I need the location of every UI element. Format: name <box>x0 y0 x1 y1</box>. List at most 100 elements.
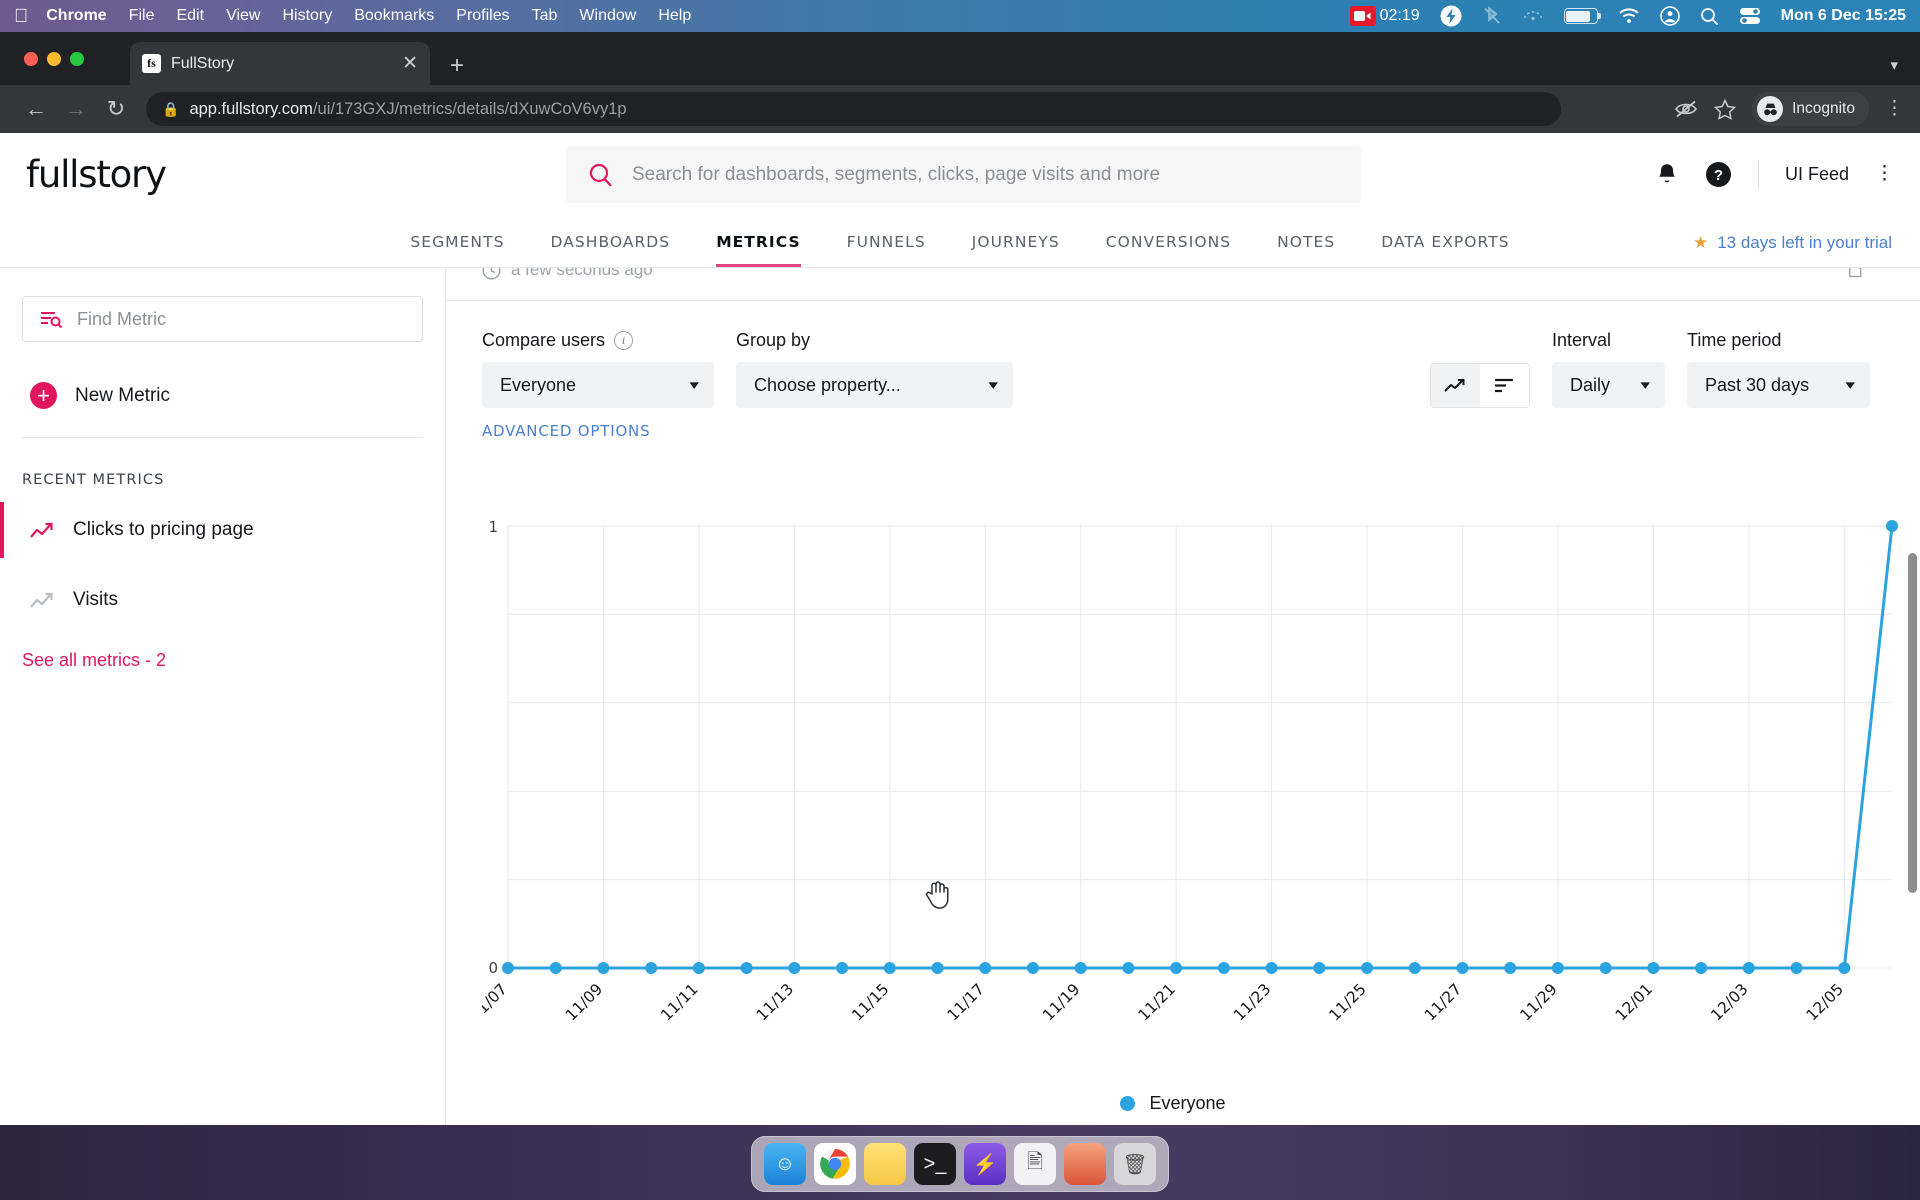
plus-icon[interactable]: + <box>450 54 464 78</box>
document-icon[interactable]: 🖹 <box>1014 1143 1056 1185</box>
arrow-right-icon[interactable]: → <box>56 96 96 122</box>
legend-label[interactable]: Everyone <box>1149 1093 1225 1114</box>
close-icon[interactable]: ✕ <box>402 54 418 73</box>
last-updated-row: a few seconds ago <box>482 268 653 280</box>
menu-item-window[interactable]: Window <box>579 7 636 25</box>
preview-icon[interactable] <box>1064 1143 1106 1185</box>
last-updated-text: a few seconds ago <box>511 268 653 279</box>
wifi-icon[interactable] <box>1618 7 1640 25</box>
trial-banner[interactable]: ★ 13 days left in your trial <box>1693 233 1892 253</box>
svg-text:11/15: 11/15 <box>848 980 892 1024</box>
trash-icon[interactable]: 🗑 <box>1114 1143 1156 1185</box>
trend-up-icon <box>30 521 55 540</box>
time-period-select[interactable]: Past 30 days ▾ <box>1687 362 1870 408</box>
tab-notes[interactable]: NOTES <box>1277 233 1335 267</box>
profile-chip[interactable]: Incognito <box>1752 92 1869 126</box>
info-icon[interactable]: i <box>614 331 634 350</box>
find-metric-input[interactable]: Find Metric <box>22 296 423 342</box>
tab-conversions[interactable]: CONVERSIONS <box>1106 233 1231 267</box>
export-icon[interactable] <box>1849 268 1866 283</box>
menubar-clock[interactable]: Mon 6 Dec 15:25 <box>1781 7 1906 25</box>
tab-journeys[interactable]: JOURNEYS <box>972 233 1060 267</box>
line-chart-icon[interactable] <box>1431 364 1480 407</box>
svg-text:11/21: 11/21 <box>1135 980 1179 1024</box>
new-metric-button[interactable]: + New Metric <box>22 382 423 409</box>
menu-item-help[interactable]: Help <box>658 7 691 25</box>
finder-icon[interactable]: ☺ <box>764 1143 806 1185</box>
sidebar-item-visits[interactable]: Visits <box>22 572 423 628</box>
menu-item-chrome[interactable]: Chrome <box>46 7 106 25</box>
terminal-icon[interactable]: >_ <box>914 1143 956 1185</box>
menu-item-file[interactable]: File <box>129 7 155 25</box>
menu-item-profiles[interactable]: Profiles <box>456 7 509 25</box>
menu-item-view[interactable]: View <box>226 7 260 25</box>
battery-icon[interactable] <box>1563 8 1601 24</box>
page-scrollbar[interactable] <box>1908 553 1917 893</box>
see-all-metrics-link[interactable]: See all metrics - 2 <box>22 650 423 671</box>
sidebar-item-clicks-to-pricing-page[interactable]: Clicks to pricing page <box>0 502 423 558</box>
close-window-button[interactable] <box>24 52 38 66</box>
minimize-window-button[interactable] <box>47 52 61 66</box>
tab-funnels[interactable]: FUNNELS <box>847 233 926 267</box>
sidebar-item-label: Clicks to pricing page <box>73 519 254 540</box>
legend-color-swatch <box>1120 1096 1136 1111</box>
browser-tab[interactable]: fs FullStory ✕ <box>130 42 430 85</box>
bell-icon[interactable] <box>1655 162 1679 187</box>
bolt-icon[interactable] <box>1440 5 1462 27</box>
apple-icon[interactable]:  <box>14 7 28 26</box>
star-outline-icon[interactable] <box>1714 98 1737 120</box>
kebab-menu-icon[interactable]: ⋮ <box>1875 163 1894 183</box>
menu-item-tab[interactable]: Tab <box>532 7 558 25</box>
group-by-select[interactable]: Choose property... ▾ <box>736 362 1013 408</box>
help-circle-icon[interactable]: ? <box>1705 161 1732 188</box>
compare-users-select[interactable]: Everyone ▾ <box>482 362 714 408</box>
record-camera-icon <box>1349 6 1376 26</box>
menu-item-edit[interactable]: Edit <box>176 7 204 25</box>
chevron-down-icon[interactable]: ▾ <box>1890 56 1898 74</box>
bluetooth-off-icon[interactable] <box>1482 5 1502 27</box>
url-text: app.fullstory.com/ui/173GXJ/metrics/deta… <box>189 100 626 119</box>
notes-icon[interactable] <box>864 1143 906 1185</box>
tab-data-exports[interactable]: DATA EXPORTS <box>1381 233 1509 267</box>
arrow-left-icon[interactable]: ← <box>16 96 56 122</box>
tab-dashboards[interactable]: DASHBOARDS <box>550 233 670 267</box>
fullstory-page: fullstory Search for dashboards, segment… <box>0 133 1920 1200</box>
metric-chart[interactable]: 1 0 11/07 11/09 11/11 11/13 11/15 11/17 11/19 11/… <box>482 518 1898 1138</box>
menu-item-history[interactable]: History <box>282 7 332 25</box>
interval-select[interactable]: Daily ▾ <box>1552 362 1665 408</box>
tab-metrics[interactable]: METRICS <box>716 233 801 267</box>
address-bar[interactable]: 🔒 app.fullstory.com/ui/173GXJ/metrics/de… <box>146 92 1561 126</box>
chevron-down-icon: ▾ <box>1845 377 1856 392</box>
tab-title: FullStory <box>171 54 235 72</box>
window-traffic-lights[interactable] <box>24 52 84 66</box>
maximize-window-button[interactable] <box>70 52 84 66</box>
group-by-group: Group by Choose property... ▾ <box>736 330 1013 440</box>
visualization-toggle <box>1430 363 1530 408</box>
account-label[interactable]: UI Feed <box>1785 164 1849 185</box>
reload-icon[interactable]: ↻ <box>96 96 136 122</box>
account-icon[interactable] <box>1659 6 1680 26</box>
advanced-options-link[interactable]: ADVANCED OPTIONS <box>482 422 714 440</box>
control-center-icon[interactable] <box>1522 5 1544 27</box>
toggles-icon[interactable] <box>1739 6 1761 26</box>
header-divider <box>1757 160 1759 188</box>
trend-up-icon <box>30 591 55 610</box>
bar-chart-icon[interactable] <box>1480 364 1529 407</box>
tab-segments[interactable]: SEGMENTS <box>410 233 504 267</box>
svg-text:11/23: 11/23 <box>1230 980 1274 1024</box>
fullstory-logo[interactable]: fullstory <box>26 153 167 196</box>
screen-recording-indicator[interactable]: 02:19 <box>1349 6 1420 26</box>
line-chart-svg[interactable]: 1 0 11/07 11/09 11/11 11/13 11/15 11/17 11/19 11/… <box>482 518 1902 1078</box>
global-search-input[interactable]: Search for dashboards, segments, clicks,… <box>566 146 1361 203</box>
incognito-icon <box>1757 96 1784 122</box>
search-icon <box>588 162 614 188</box>
bolt-icon[interactable]: ⚡ <box>964 1143 1006 1185</box>
chrome-icon[interactable] <box>814 1143 856 1185</box>
menu-item-bookmarks[interactable]: Bookmarks <box>354 7 434 25</box>
eye-off-icon[interactable] <box>1674 99 1698 119</box>
page-body: Find Metric + New Metric RECENT METRICS … <box>0 268 1920 1200</box>
kebab-menu-icon[interactable]: ⋮ <box>1885 98 1904 118</box>
compare-users-label: Compare users <box>482 330 606 350</box>
lock-icon[interactable]: 🔒 <box>162 101 179 118</box>
search-icon[interactable] <box>1700 7 1719 26</box>
